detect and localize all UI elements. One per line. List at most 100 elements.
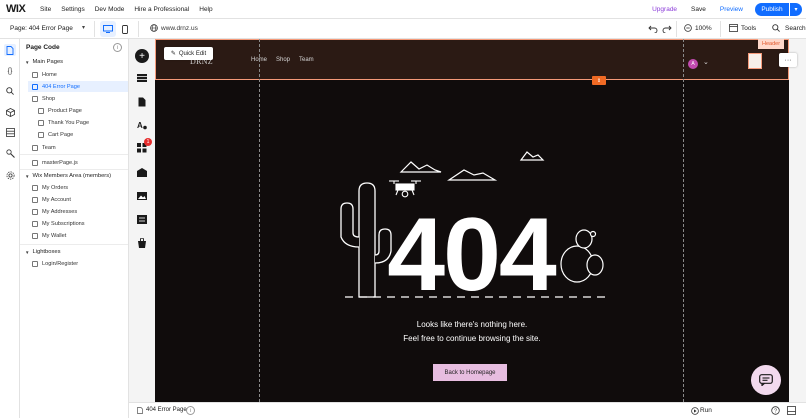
search-code-icon[interactable] [4, 85, 16, 97]
chevron-down-icon[interactable]: ⌄ [703, 58, 709, 66]
chat-widget-button[interactable] [751, 365, 781, 395]
app-market-icon[interactable] [137, 237, 147, 250]
page-selector[interactable]: Page: 404 Error Page [10, 25, 73, 32]
preview-button[interactable]: Preview [720, 6, 743, 13]
tree-item-cart-page[interactable]: Cart Page [34, 129, 128, 140]
menu-help[interactable]: Help [199, 6, 212, 13]
wix-logo[interactable]: WIX [6, 3, 36, 15]
tree-item-product-page[interactable]: Product Page [34, 105, 128, 116]
tools-button[interactable]: Tools [741, 25, 756, 32]
tree-item-master-page[interactable]: masterPage.js [28, 157, 128, 168]
top-menu-bar: WIX Site Settings Dev Mode Hire a Profes… [0, 0, 806, 19]
run-icon[interactable] [691, 407, 699, 417]
media-icon[interactable] [137, 192, 147, 202]
tree-item-label: My Wallet [42, 232, 67, 239]
zoom-level[interactable]: 100% [695, 25, 712, 32]
panel-layout-icon[interactable] [787, 406, 796, 417]
cms-icon[interactable] [137, 215, 147, 226]
header-section-tag: Header [758, 39, 785, 49]
info-icon[interactable]: i [113, 43, 122, 52]
pages-icon[interactable] [138, 97, 146, 109]
more-actions-button[interactable]: ··· [779, 53, 797, 67]
divider [138, 21, 139, 37]
divider [20, 244, 128, 245]
section-label: Wix Members Area (members) [32, 173, 112, 179]
member-avatar[interactable]: A [688, 59, 698, 69]
sections-icon[interactable] [137, 74, 147, 82]
menu-hire-professional[interactable]: Hire a Professional [134, 6, 189, 13]
upgrade-link[interactable]: Upgrade [652, 6, 677, 13]
tree-item-my-subscriptions[interactable]: My Subscriptions [28, 218, 128, 229]
editor-toolbar: Page: 404 Error Page ▾ www.drnz.us 100% … [0, 19, 806, 39]
info-icon[interactable]: i [186, 406, 195, 415]
divider [720, 21, 721, 37]
quick-edit-button[interactable]: ✎ Quick Edit [164, 47, 213, 60]
pencil-icon: ✎ [170, 51, 176, 57]
help-icon[interactable]: ? [771, 406, 780, 417]
error-message-line1: Looks like there's nothing here. [416, 320, 528, 329]
publish-options-chevron-icon[interactable]: ▾ [790, 3, 802, 16]
business-tools-icon[interactable] [137, 168, 147, 179]
site-page-404[interactable]: DRNZ Home Shop Team A ⌄ Header ··· ✎ Qui… [155, 39, 797, 402]
tree-item-my-account[interactable]: My Account [28, 194, 128, 205]
page-code-files-icon[interactable] [4, 44, 16, 56]
menu-dev-mode[interactable]: Dev Mode [95, 6, 125, 13]
nav-link-shop[interactable]: Shop [276, 57, 290, 63]
stretch-handle-icon[interactable]: ⇕ [592, 76, 606, 85]
mobile-view-icon[interactable] [118, 21, 132, 37]
tree-item-label: Login/Register [42, 260, 79, 267]
tree-item-404-error-page[interactable]: 404 Error Page [28, 81, 128, 92]
zoom-icon[interactable] [684, 24, 692, 34]
section-members-area[interactable]: ▼ Wix Members Area (members) [20, 170, 128, 182]
tree-item-label: Product Page [48, 107, 82, 114]
collapse-triangle-icon[interactable]: ▼ [25, 60, 29, 65]
database-icon[interactable] [4, 126, 16, 138]
save-button[interactable]: Save [691, 6, 706, 13]
tree-item-login-register[interactable]: Login/Register [28, 258, 128, 269]
editor-canvas[interactable]: + A 1 DRNZ Home Shop Team A ⌄ Header ··· [129, 39, 806, 402]
search-icon[interactable] [772, 24, 780, 34]
collapse-triangle-icon[interactable]: ▼ [25, 174, 29, 179]
run-button[interactable]: Run [700, 407, 712, 414]
page-file-icon [32, 196, 38, 203]
settings-gear-icon[interactable] [4, 169, 16, 181]
chevron-down-icon[interactable]: ▾ [82, 24, 85, 31]
error-code-text: 404 [387, 197, 557, 299]
collapse-triangle-icon[interactable]: ▼ [25, 250, 29, 255]
back-to-homepage-button[interactable]: Back to Homepage [433, 364, 507, 381]
packages-icon[interactable] [4, 106, 16, 118]
tree-item-my-orders[interactable]: My Orders [28, 182, 128, 193]
undo-icon[interactable] [648, 23, 658, 35]
tree-item-home[interactable]: Home [28, 69, 128, 80]
globe-icon [150, 24, 158, 34]
add-elements-icon[interactable]: + [135, 49, 149, 63]
desktop-view-icon[interactable] [100, 21, 116, 37]
page-file-icon [32, 220, 38, 227]
tree-item-label: Thank You Page [48, 119, 90, 126]
gridline-guide [683, 39, 684, 402]
open-file-tab[interactable]: 404 Error Page [146, 407, 187, 413]
section-main-pages[interactable]: ▼ Main Pages [20, 56, 128, 68]
tree-item-my-wallet[interactable]: My Wallet [28, 230, 128, 241]
tree-item-thank-you-page[interactable]: Thank You Page [34, 117, 128, 128]
menu-site[interactable]: Site [40, 6, 51, 13]
search-button[interactable]: Search [785, 25, 806, 32]
menu-settings[interactable]: Settings [61, 6, 85, 13]
developer-tools-icon[interactable] [4, 147, 16, 159]
nav-link-team[interactable]: Team [299, 57, 314, 63]
tree-item-label: Home [42, 71, 57, 78]
section-lightboxes[interactable]: ▼ Lightboxes [20, 246, 128, 258]
tree-item-team[interactable]: Team [28, 142, 128, 153]
site-header[interactable]: DRNZ Home Shop Team A ⌄ [155, 39, 789, 80]
code-braces-icon[interactable]: {} [4, 65, 16, 77]
publish-button[interactable]: Publish [755, 3, 789, 16]
page-file-icon [32, 260, 38, 267]
redo-icon[interactable] [662, 23, 672, 35]
design-icon[interactable]: A [137, 120, 147, 132]
tree-item-my-addresses[interactable]: My Addresses [28, 206, 128, 217]
site-url[interactable]: www.drnz.us [161, 25, 198, 32]
cart-icon[interactable] [748, 53, 762, 69]
page-file-icon [32, 232, 38, 239]
tools-icon[interactable] [729, 24, 738, 34]
tree-item-shop[interactable]: Shop [28, 93, 128, 104]
